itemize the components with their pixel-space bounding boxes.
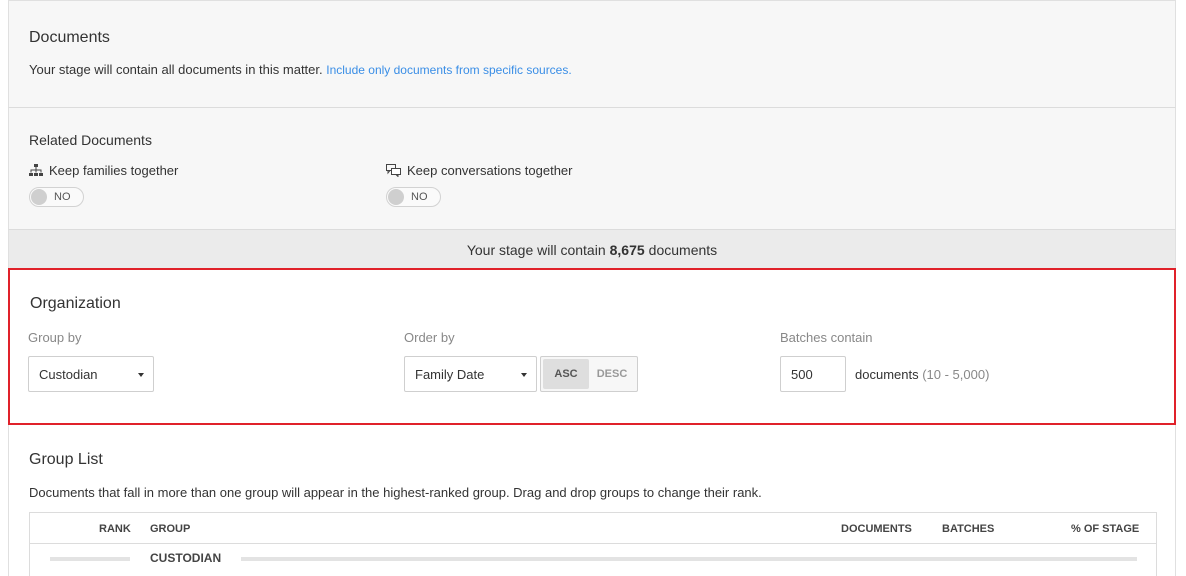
summary-prefix: Your stage will contain	[466, 241, 606, 258]
order-by-label: Order by	[404, 330, 455, 345]
column-rank[interactable]: RANK	[99, 523, 131, 535]
batch-suffix-text: documents	[855, 367, 919, 382]
keep-conversations-label: Keep conversations together	[386, 163, 573, 178]
batch-size-input[interactable]: 500	[780, 356, 846, 392]
hierarchy-icon	[29, 164, 43, 177]
column-group[interactable]: GROUP	[150, 523, 190, 535]
group-list-title: Group List	[29, 451, 103, 468]
include-specific-sources-link[interactable]: Include only documents from specific sou…	[326, 63, 571, 77]
group-by-select[interactable]: Custodian	[28, 356, 154, 392]
group-by-value: Custodian	[39, 366, 98, 382]
order-by-select[interactable]: Family Date	[404, 356, 537, 392]
summary-suffix: documents	[648, 241, 718, 258]
keep-conversations-value: NO	[411, 191, 428, 203]
documents-text: Your stage will contain all documents in…	[29, 62, 323, 77]
group-list-panel: Group List Documents that fall in more t…	[8, 425, 1176, 576]
stage-summary-bar: Your stage will contain 8,675 documents	[8, 229, 1176, 269]
column-pct-of-stage[interactable]: % OF STAGE	[1071, 523, 1139, 535]
column-batches[interactable]: BATCHES	[942, 523, 994, 535]
documents-panel: Documents Your stage will contain all do…	[8, 0, 1176, 108]
row-placeholder-bar	[241, 557, 1137, 561]
batch-size-suffix: documents (10 - 5,000)	[855, 367, 989, 382]
toggle-knob	[388, 189, 404, 205]
table-row[interactable]: CUSTODIAN	[30, 544, 1156, 574]
caret-down-icon	[521, 373, 527, 377]
group-table: RANK GROUP DOCUMENTS BATCHES % OF STAGE …	[29, 512, 1157, 576]
summary-count: 8,675	[609, 241, 645, 258]
group-name: CUSTODIAN	[150, 551, 222, 565]
organization-title: Organization	[30, 295, 121, 312]
group-by-label: Group by	[28, 330, 82, 345]
organization-panel: Organization Group by Custodian Order by…	[8, 268, 1176, 425]
toggle-knob	[31, 189, 47, 205]
keep-families-group: Keep families together NO	[29, 163, 178, 207]
related-documents-title: Related Documents	[29, 132, 152, 148]
keep-families-value: NO	[54, 191, 71, 203]
table-header: RANK GROUP DOCUMENTS BATCHES % OF STAGE	[30, 513, 1156, 544]
keep-families-text: Keep families together	[49, 163, 179, 178]
column-documents[interactable]: DOCUMENTS	[841, 523, 912, 535]
desc-button[interactable]: DESC	[589, 359, 635, 389]
documents-description: Your stage will contain all documents in…	[29, 62, 572, 77]
rank-placeholder-bar	[50, 557, 130, 561]
asc-button[interactable]: ASC	[543, 359, 589, 389]
keep-families-toggle[interactable]: NO	[29, 187, 84, 207]
keep-conversations-text: Keep conversations together	[407, 163, 573, 178]
keep-conversations-group: Keep conversations together NO	[386, 163, 573, 207]
group-list-description: Documents that fall in more than one gro…	[29, 485, 762, 500]
documents-title: Documents	[29, 29, 110, 46]
conversation-icon	[386, 164, 401, 177]
sort-direction-toggle: ASC DESC	[540, 356, 638, 392]
caret-down-icon	[138, 373, 144, 377]
keep-conversations-toggle[interactable]: NO	[386, 187, 441, 207]
keep-families-label: Keep families together	[29, 163, 178, 178]
batches-contain-label: Batches contain	[780, 330, 873, 345]
order-by-value: Family Date	[415, 366, 485, 382]
related-documents-panel: Related Documents Keep families together	[8, 108, 1176, 229]
batch-range-hint: (10 - 5,000)	[922, 367, 990, 382]
